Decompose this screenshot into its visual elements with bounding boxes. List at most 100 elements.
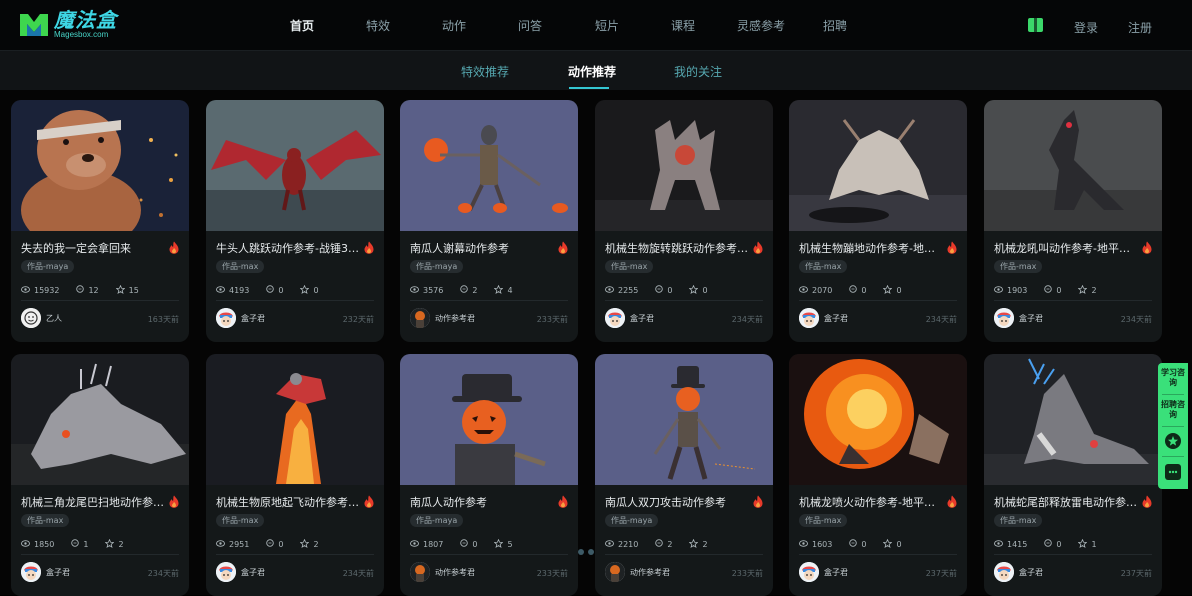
work-title[interactable]: 南瓜人谢幕动作参考 xyxy=(410,240,555,256)
work-tag[interactable]: 作品-maya xyxy=(410,260,464,273)
work-stats: 1415 0 1 xyxy=(994,538,1114,550)
work-card[interactable]: 机械三角龙尾巴扫地动作参考-... 作品-max 1850 1 2 盒子君 234天前 xyxy=(11,354,189,596)
author-avatar[interactable] xyxy=(216,308,236,328)
work-tag[interactable]: 作品-maya xyxy=(605,514,659,527)
work-card[interactable]: 机械蛇尾部释放雷电动作参考-... 作品-max 1415 0 1 盒子君 237天前 xyxy=(984,354,1162,596)
work-thumbnail[interactable] xyxy=(206,354,384,485)
tab-animation-recommend[interactable]: 动作推荐 xyxy=(568,63,616,80)
work-thumbnail[interactable] xyxy=(400,100,578,231)
star-outline-icon xyxy=(494,538,507,550)
work-tag[interactable]: 作品-maya xyxy=(410,514,464,527)
nav-shorts[interactable]: 短片 xyxy=(595,18,619,34)
work-thumbnail[interactable] xyxy=(789,354,967,485)
work-title[interactable]: 机械龙喷火动作参考-地平线西... xyxy=(799,494,944,510)
author-name[interactable]: 盒子君 xyxy=(46,567,70,578)
hot-fire-icon xyxy=(947,493,957,508)
author-avatar[interactable] xyxy=(605,308,625,328)
views-stat: 2951 xyxy=(216,540,249,549)
work-tag[interactable]: 作品-maya xyxy=(21,260,75,273)
work-title[interactable]: 机械三角龙尾巴扫地动作参考-... xyxy=(21,494,166,510)
work-thumbnail[interactable] xyxy=(984,354,1162,485)
work-tag[interactable]: 作品-max xyxy=(799,260,848,273)
tab-following[interactable]: 我的关注 xyxy=(674,63,722,80)
author-name[interactable]: 盒子君 xyxy=(241,313,265,324)
work-card[interactable]: 南瓜人双刀攻击动作参考 作品-maya 2210 2 2 动作参考君 233天前 xyxy=(595,354,773,596)
work-tag[interactable]: 作品-max xyxy=(605,260,654,273)
nav-effects[interactable]: 特效 xyxy=(366,18,390,34)
work-card[interactable]: 机械生物旋转跳跃动作参考-地... 作品-max 2255 0 0 盒子君 234天前 xyxy=(595,100,773,342)
work-card[interactable]: 牛头人跳跃动作参考-战锤3 Th... 作品-max 4193 0 0 盒子君 232天前 xyxy=(206,100,384,342)
author-name[interactable]: 动作参考君 xyxy=(435,313,475,324)
work-title[interactable]: 机械生物旋转跳跃动作参考-地... xyxy=(605,240,750,256)
author-avatar[interactable] xyxy=(994,308,1014,328)
work-thumbnail[interactable] xyxy=(400,354,578,485)
work-thumbnail[interactable] xyxy=(984,100,1162,231)
author-name[interactable]: 盒子君 xyxy=(241,567,265,578)
tab-effects-recommend[interactable]: 特效推荐 xyxy=(461,63,509,80)
views-count: 4193 xyxy=(229,285,250,295)
study-consult-button[interactable]: 学习咨询 xyxy=(1158,368,1188,388)
star-outline-icon xyxy=(1078,284,1091,296)
nav-home[interactable]: 首页 xyxy=(290,18,314,34)
author-name[interactable]: 乙人 xyxy=(46,313,62,324)
work-stats: 1603 0 0 xyxy=(799,538,919,550)
work-tag[interactable]: 作品-max xyxy=(799,514,848,527)
nav-courses[interactable]: 课程 xyxy=(671,18,695,34)
work-title[interactable]: 机械生物蹦地动作参考-地平线... xyxy=(799,240,944,256)
work-title[interactable]: 南瓜人双刀攻击动作参考 xyxy=(605,494,750,510)
author-name[interactable]: 动作参考君 xyxy=(435,567,475,578)
author-name[interactable]: 盒子君 xyxy=(824,567,848,578)
work-title[interactable]: 失去的我一定会拿回来 xyxy=(21,240,166,256)
work-card[interactable]: 机械龙吼叫动作参考-地平线西... 作品-max 1903 0 2 盒子君 234天前 xyxy=(984,100,1162,342)
nav-inspiration[interactable]: 灵感参考 xyxy=(737,18,785,34)
author-avatar[interactable] xyxy=(799,308,819,328)
login-link[interactable]: 登录 xyxy=(1074,19,1098,36)
nav-animation[interactable]: 动作 xyxy=(442,18,466,34)
work-title[interactable]: 牛头人跳跃动作参考-战锤3 Th... xyxy=(216,240,361,256)
gift-icon[interactable] xyxy=(1028,18,1043,32)
author-avatar[interactable] xyxy=(605,562,625,582)
work-tag[interactable]: 作品-max xyxy=(994,260,1043,273)
author-avatar[interactable] xyxy=(21,562,41,582)
author-avatar[interactable] xyxy=(21,308,41,328)
work-title[interactable]: 机械生物原地起飞动作参考-地... xyxy=(216,494,361,510)
work-card[interactable]: 失去的我一定会拿回来 作品-maya 15932 12 15 乙人 163天前 xyxy=(11,100,189,342)
work-card[interactable]: 机械生物原地起飞动作参考-地... 作品-max 2951 0 2 盒子君 234天前 xyxy=(206,354,384,596)
author-name[interactable]: 盒子君 xyxy=(1019,567,1043,578)
work-stats: 4193 0 0 xyxy=(216,284,336,296)
author-avatar[interactable] xyxy=(410,562,430,582)
work-thumbnail[interactable] xyxy=(11,354,189,485)
work-card[interactable]: 机械生物蹦地动作参考-地平线... 作品-max 2070 0 0 盒子君 234天前 xyxy=(789,100,967,342)
author-name[interactable]: 盒子君 xyxy=(1019,313,1043,324)
author-name[interactable]: 盒子君 xyxy=(630,313,654,324)
recruit-consult-button[interactable]: 招聘咨询 xyxy=(1158,400,1188,420)
star-icon[interactable] xyxy=(1165,433,1181,449)
author-name[interactable]: 动作参考君 xyxy=(630,567,670,578)
work-tag[interactable]: 作品-max xyxy=(994,514,1043,527)
star-outline-icon xyxy=(105,538,118,550)
work-thumbnail[interactable] xyxy=(789,100,967,231)
nav-jobs[interactable]: 招聘 xyxy=(823,18,847,34)
chat-icon[interactable] xyxy=(1165,464,1181,480)
work-title[interactable]: 机械蛇尾部释放雷电动作参考-... xyxy=(994,494,1139,510)
work-card[interactable]: 南瓜人动作参考 作品-maya 1807 0 5 动作参考君 233天前 xyxy=(400,354,578,596)
work-tag[interactable]: 作品-max xyxy=(21,514,70,527)
work-tag[interactable]: 作品-max xyxy=(216,260,265,273)
work-thumbnail[interactable] xyxy=(595,100,773,231)
comments-stat: 2 xyxy=(460,285,477,295)
author-avatar[interactable] xyxy=(216,562,236,582)
work-tag[interactable]: 作品-max xyxy=(216,514,265,527)
nav-qa[interactable]: 问答 xyxy=(518,18,542,34)
work-card[interactable]: 南瓜人谢幕动作参考 作品-maya 3576 2 4 动作参考君 233天前 xyxy=(400,100,578,342)
work-thumbnail[interactable] xyxy=(595,354,773,485)
author-avatar[interactable] xyxy=(410,308,430,328)
work-thumbnail[interactable] xyxy=(11,100,189,231)
work-thumbnail[interactable] xyxy=(206,100,384,231)
work-title[interactable]: 南瓜人动作参考 xyxy=(410,494,555,510)
work-card[interactable]: 机械龙喷火动作参考-地平线西... 作品-max 1603 0 0 盒子君 237天前 xyxy=(789,354,967,596)
author-avatar[interactable] xyxy=(799,562,819,582)
author-name[interactable]: 盒子君 xyxy=(824,313,848,324)
work-title[interactable]: 机械龙吼叫动作参考-地平线西... xyxy=(994,240,1139,256)
register-link[interactable]: 注册 xyxy=(1128,19,1152,36)
author-avatar[interactable] xyxy=(994,562,1014,582)
